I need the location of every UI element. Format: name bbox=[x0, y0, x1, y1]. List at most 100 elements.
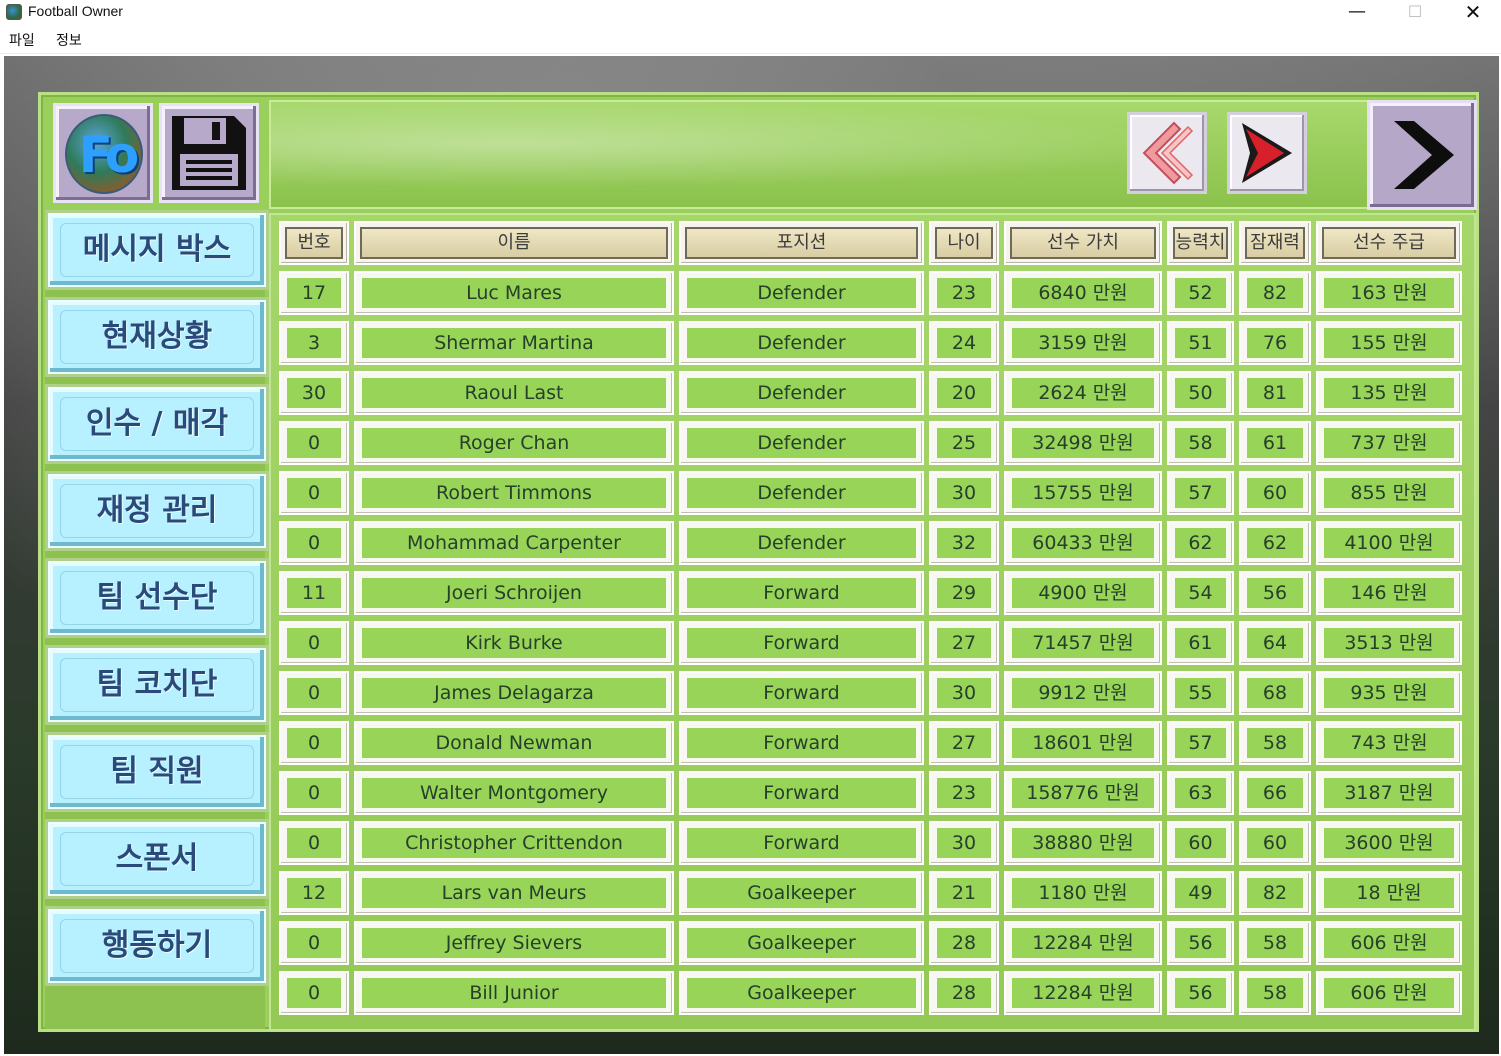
cell-value: 61 bbox=[1247, 428, 1303, 458]
cell-value: Donald Newman bbox=[362, 728, 666, 758]
cell-ability: 51 bbox=[1167, 321, 1234, 365]
cell-value: 3159 만원 bbox=[1004, 321, 1162, 365]
table-row[interactable]: 11 Joeri Schroijen Forward 29 4900 만원 54 56 146… bbox=[271, 571, 1478, 615]
cell-ability: 63 bbox=[1167, 771, 1234, 815]
cell-value: 0 bbox=[287, 478, 341, 508]
cell-value: 163 만원 bbox=[1324, 278, 1454, 308]
cell-value: 60433 만원 bbox=[1004, 521, 1162, 565]
save-button[interactable] bbox=[159, 103, 259, 203]
close-button[interactable]: ✕ bbox=[1444, 0, 1501, 26]
cell-name: Bill Junior bbox=[354, 971, 674, 1015]
menu-info[interactable]: 정보 bbox=[56, 30, 82, 50]
table-row[interactable]: 0 Mohammad Carpenter Defender 32 60433 만원 62 6… bbox=[271, 521, 1478, 565]
cell-value: 0 bbox=[287, 528, 341, 558]
cell-number: 30 bbox=[279, 371, 349, 415]
cell-value: 63 bbox=[1175, 778, 1226, 808]
logo-button[interactable]: Fo bbox=[53, 103, 153, 203]
cell-value: Defender bbox=[687, 478, 916, 508]
status-button[interactable]: 현재상황 bbox=[48, 300, 266, 374]
table-row[interactable]: 0 Christopher Crittendon Forward 30 38880 만원… bbox=[271, 821, 1478, 865]
cell-number: 0 bbox=[279, 521, 349, 565]
cell-value: 146 만원 bbox=[1324, 578, 1454, 608]
cell-value: 30 bbox=[937, 828, 991, 858]
cell-value: 12284 만원 bbox=[1012, 928, 1154, 958]
header-name[interactable]: 이름 bbox=[354, 221, 674, 265]
message-box-button[interactable]: 메시지 박스 bbox=[48, 213, 266, 287]
cell-potential: 64 bbox=[1239, 621, 1311, 665]
cell-potential: 56 bbox=[1239, 571, 1311, 615]
cell-value: 82 bbox=[1247, 278, 1303, 308]
cell-value: Lars van Meurs bbox=[362, 878, 666, 908]
cell-value: 0 bbox=[287, 728, 341, 758]
cell-age: 25 bbox=[929, 421, 999, 465]
cell-age: 28 bbox=[929, 921, 999, 965]
cell-ability: 57 bbox=[1167, 721, 1234, 765]
cell-value: 58 bbox=[1247, 978, 1303, 1008]
cell-value: 24 bbox=[937, 328, 991, 358]
forward-button[interactable] bbox=[1367, 100, 1477, 210]
cell-wage: 743 만원 bbox=[1316, 721, 1462, 765]
header-age[interactable]: 나이 bbox=[929, 221, 999, 265]
table-row[interactable]: 0 Roger Chan Defender 25 32498 만원 58 61 737 만원 bbox=[271, 421, 1478, 465]
cell-value: 0 bbox=[287, 978, 341, 1008]
cell-value: Kirk Burke bbox=[362, 628, 666, 658]
cell-value: 0 bbox=[287, 678, 341, 708]
cell-value: 54 bbox=[1175, 578, 1226, 608]
cell-potential: 76 bbox=[1239, 321, 1311, 365]
cell-value: 71457 만원 bbox=[1004, 621, 1162, 665]
cell-wage: 135 만원 bbox=[1316, 371, 1462, 415]
cell-name: Christopher Crittendon bbox=[354, 821, 674, 865]
minimize-button[interactable]: — bbox=[1328, 0, 1386, 26]
cell-value: 606 만원 bbox=[1324, 928, 1454, 958]
table-row[interactable]: 0 Jeffrey Sievers Goalkeeper 28 12284 만원 56 58… bbox=[271, 921, 1478, 965]
table-row[interactable]: 30 Raoul Last Defender 20 2624 만원 50 81 135 만원 bbox=[271, 371, 1478, 415]
cell-ability: 49 bbox=[1167, 871, 1234, 915]
coaches-button[interactable]: 팀 코치단 bbox=[48, 648, 266, 722]
cell-value: 49 bbox=[1175, 878, 1226, 908]
action-button[interactable]: 행동하기 bbox=[48, 909, 266, 983]
sponsor-button[interactable]: 스폰서 bbox=[48, 822, 266, 896]
cell-value: 27 bbox=[937, 728, 991, 758]
staff-button[interactable]: 팀 직원 bbox=[48, 735, 266, 809]
header-ability[interactable]: 능력치 bbox=[1167, 221, 1234, 265]
finance-button[interactable]: 재정 관리 bbox=[48, 474, 266, 548]
table-row[interactable]: 0 Kirk Burke Forward 27 71457 만원 61 64 3513 만원 bbox=[271, 621, 1478, 665]
cell-potential: 58 bbox=[1239, 721, 1311, 765]
header-number[interactable]: 번호 bbox=[279, 221, 349, 265]
maximize-button[interactable]: ☐ bbox=[1386, 0, 1444, 26]
cell-age: 23 bbox=[929, 771, 999, 815]
table-row[interactable]: 3 Shermar Martina Defender 24 3159 만원 51 76 155… bbox=[271, 321, 1478, 365]
header-value[interactable]: 선수 가치 bbox=[1004, 221, 1162, 265]
cell-value: Forward bbox=[687, 778, 916, 808]
header-potential[interactable]: 잠재력 bbox=[1239, 221, 1311, 265]
cell-value: 9912 만원 bbox=[1012, 678, 1154, 708]
table-row[interactable]: 0 Donald Newman Forward 27 18601 만원 57 58 743 만… bbox=[271, 721, 1478, 765]
header-label: 포지션 bbox=[685, 227, 918, 259]
table-row[interactable]: 17 Luc Mares Defender 23 6840 만원 52 82 163 만원 bbox=[271, 271, 1478, 315]
table-row[interactable]: 12 Lars van Meurs Goalkeeper 21 1180 만원 49 82 1… bbox=[271, 871, 1478, 915]
cell-age: 30 bbox=[929, 471, 999, 515]
cell-value: 68 bbox=[1247, 678, 1303, 708]
header-position[interactable]: 포지션 bbox=[679, 221, 924, 265]
window-title: Football Owner bbox=[28, 3, 123, 19]
cell-position: Defender bbox=[679, 321, 924, 365]
squad-button[interactable]: 팀 선수단 bbox=[48, 561, 266, 635]
cell-value: Defender bbox=[687, 328, 916, 358]
cell-ability: 56 bbox=[1167, 921, 1234, 965]
table-row[interactable]: 0 Robert Timmons Defender 30 15755 만원 57 60 855… bbox=[271, 471, 1478, 515]
previous-page-button[interactable] bbox=[1127, 112, 1207, 194]
cell-wage: 606 만원 bbox=[1316, 921, 1462, 965]
cell-value: 4100 만원 bbox=[1324, 528, 1454, 558]
header-wage[interactable]: 선수 주급 bbox=[1316, 221, 1462, 265]
cell-value: 135 만원 bbox=[1324, 378, 1454, 408]
cell-value: Roger Chan bbox=[362, 428, 666, 458]
cell-position: Defender bbox=[679, 271, 924, 315]
table-row[interactable]: 0 James Delagarza Forward 30 9912 만원 55 68 935 … bbox=[271, 671, 1478, 715]
next-page-button[interactable] bbox=[1227, 112, 1307, 194]
table-row[interactable]: 0 Walter Montgomery Forward 23 158776 만원 63 66… bbox=[271, 771, 1478, 815]
table-row[interactable]: 0 Bill Junior Goalkeeper 28 12284 만원 56 58 606 … bbox=[271, 971, 1478, 1015]
trade-button[interactable]: 인수 / 매각 bbox=[48, 387, 266, 461]
cell-wage: 3513 만원 bbox=[1316, 621, 1462, 665]
menu-file[interactable]: 파일 bbox=[9, 30, 35, 50]
cell-value: 12284 만원 bbox=[1004, 921, 1162, 965]
